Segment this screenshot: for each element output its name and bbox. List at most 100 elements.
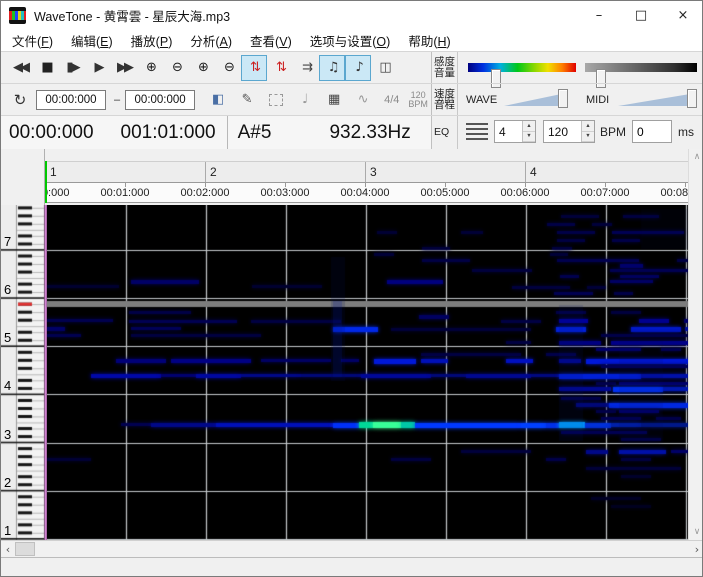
title-bar: WaveTone - 黄霄雲 - 星辰大海.mp3 – □ × (1, 1, 703, 29)
measure-line (205, 162, 206, 183)
zoom-out-vertical-button[interactable]: ⊖ (215, 55, 241, 81)
spectrogram-canvas[interactable] (47, 205, 688, 540)
grid-icon: ▦ (328, 92, 340, 107)
time-ruler[interactable]: 00:00:00000:01:00000:02:00000:03:00000:0… (45, 183, 688, 203)
menu-analyze[interactable]: 分析(A) (181, 29, 241, 52)
info-bar: 00:00:000 001:01:000 A#5 932.33Hz (1, 115, 431, 149)
scroll-right-button[interactable]: › (690, 541, 703, 557)
selection-tool-button[interactable] (263, 87, 289, 113)
stop-button[interactable]: ■ (33, 55, 59, 81)
scroll-down-button[interactable]: ∨ (689, 524, 703, 540)
zoom-out-vertical-icon: ⊖ (224, 60, 232, 75)
window-title: WaveTone - 黄霄雲 - 星辰大海.mp3 (34, 6, 230, 25)
play-button[interactable]: ▶ (85, 55, 111, 81)
grid-toggle-button[interactable]: ▦ (321, 87, 347, 113)
measure-number: 2 (210, 165, 217, 179)
midi-volume-thumb[interactable] (687, 89, 697, 108)
bpm-spinner[interactable]: 120 ▲ ▼ (543, 120, 595, 143)
octave-number: 6 (4, 282, 16, 297)
volume-slider[interactable] (585, 63, 697, 72)
midi-volume-label: MIDI (586, 94, 609, 106)
pencil-tool-button[interactable]: ✎ (234, 87, 260, 113)
beats-spinner[interactable]: 4 ▲ ▼ (494, 120, 536, 143)
tempo-label: 120BPM (404, 91, 432, 109)
scroll-up-button[interactable]: ∧ (689, 149, 703, 165)
collapse-rows-icon: ⇅ (250, 60, 258, 75)
horizontal-scrollbar[interactable]: ‹ › (1, 540, 703, 557)
shift-right-button[interactable]: ⇉ (293, 55, 319, 81)
loop-start-input[interactable] (36, 90, 106, 110)
minimize-button[interactable]: – (578, 1, 620, 29)
zoom-out-horizontal-button[interactable]: ⊖ (163, 55, 189, 81)
frequency-display: 932.33Hz (329, 122, 410, 144)
split-pane-icon: ◧ (212, 92, 224, 107)
time-label: 00:04:000 (341, 187, 390, 199)
menu-options[interactable]: 选项与设置(O) (301, 29, 400, 52)
eq-label: EQ (431, 116, 458, 149)
zoom-in-icon: ⊕ (146, 60, 154, 75)
beats-up-button[interactable]: ▲ (523, 121, 535, 132)
wave-sound-toggle[interactable]: ♫ (319, 55, 345, 81)
time-signature-label: 4/4 (379, 94, 404, 106)
measure-ruler[interactable]: 1234 (45, 161, 688, 183)
wave-volume-thumb[interactable] (558, 89, 568, 108)
octave-number: 1 (4, 523, 16, 538)
close-button[interactable]: × (662, 1, 703, 29)
expand-rows-button[interactable]: ⇅ (267, 55, 293, 81)
menu-play[interactable]: 播放(P) (122, 29, 182, 52)
midi-volume-slider[interactable] (618, 93, 696, 106)
bpm-down-button[interactable]: ▼ (582, 132, 594, 143)
bpm-up-button[interactable]: ▲ (582, 121, 594, 132)
menu-file[interactable]: 文件(F) (3, 29, 62, 52)
measure-line (525, 162, 526, 183)
help-book-button[interactable]: ◫ (371, 55, 397, 81)
wave-volume-slider[interactable] (504, 93, 566, 106)
collapse-rows-toggle[interactable]: ⇅ (241, 55, 267, 81)
split-view-button[interactable]: ◧ (205, 87, 231, 113)
midi-sound-toggle[interactable]: ♪ (345, 55, 371, 81)
scroll-left-button[interactable]: ‹ (1, 541, 15, 557)
time-label: 00:01:000 (101, 187, 150, 199)
loop-end-input[interactable] (125, 90, 195, 110)
zoom-in-vertical-button[interactable]: ⊕ (189, 55, 215, 81)
double-right-arrow-icon: ⇉ (302, 60, 310, 75)
wavetone-window: WaveTone - 黄霄雲 - 星辰大海.mp3 – □ × 文件(F)编辑(… (0, 0, 703, 577)
horizontal-scroll-thumb[interactable] (15, 542, 35, 556)
note-input-button[interactable]: ♩ (292, 87, 318, 113)
fast-forward-icon: ▶▶ (117, 60, 131, 75)
offset-ms-input[interactable] (632, 120, 672, 143)
sensitivity-slider[interactable] (468, 63, 576, 72)
staff-icon[interactable] (466, 123, 488, 140)
speed-pitch-row: 速度音程 WAVE MIDI (431, 83, 703, 115)
beats-down-button[interactable]: ▼ (523, 132, 535, 143)
book-icon: ◫ (379, 60, 388, 75)
time-label: 00:03:000 (261, 187, 310, 199)
menu-edit[interactable]: 编辑(E) (62, 29, 122, 52)
timeline-ruler[interactable]: 1234 00:00:00000:01:00000:02:00000:03:00… (1, 149, 703, 205)
rewind-button[interactable]: ◀◀ (7, 55, 33, 81)
note-name-display: A#5 (238, 122, 272, 144)
step-play-button[interactable]: ▮▶ (59, 55, 85, 81)
loop-toggle-button[interactable]: ↻ (7, 87, 33, 113)
time-label: 00:02:000 (181, 187, 230, 199)
status-bar (1, 557, 703, 577)
menu-view[interactable]: 查看(V) (241, 29, 301, 52)
menu-help[interactable]: 帮助(H) (399, 29, 459, 52)
bpm-label: BPM (600, 125, 626, 139)
zoom-in-horizontal-button[interactable]: ⊕ (137, 55, 163, 81)
measure-line (365, 162, 366, 183)
note-icon: ♩ (302, 92, 308, 107)
wave-overlay-button[interactable]: ∿ (350, 87, 376, 113)
measure-position-display: 001:01:000 (121, 122, 216, 144)
stop-icon: ■ (41, 60, 50, 75)
maximize-button[interactable]: □ (620, 1, 662, 29)
ms-label: ms (678, 125, 694, 139)
step-play-icon: ▮▶ (66, 60, 77, 75)
playback-start-marker[interactable] (45, 161, 47, 203)
speed-pitch-label: 速度音程 (431, 84, 458, 115)
time-label: 00:08:000 (661, 187, 688, 199)
fast-forward-button[interactable]: ▶▶ (111, 55, 137, 81)
speaker-wave-icon: ♫ (328, 60, 337, 75)
expand-rows-icon: ⇅ (276, 60, 284, 75)
vertical-scrollbar[interactable]: ∧ ∨ (688, 149, 703, 540)
